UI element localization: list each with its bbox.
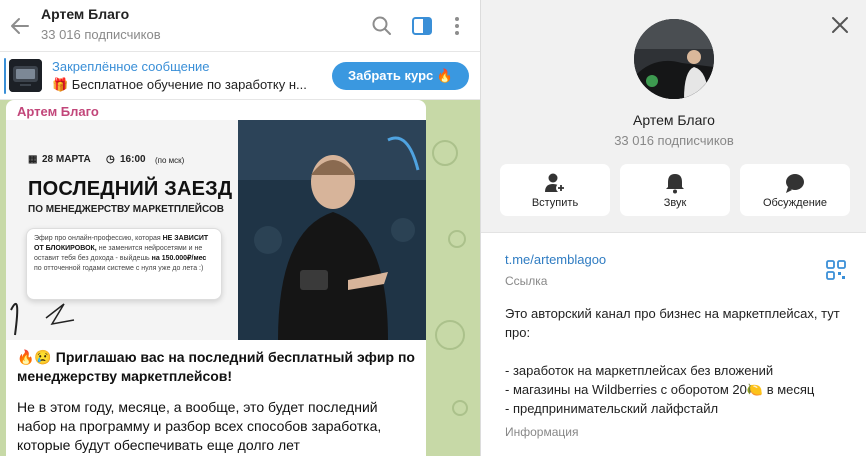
pinned-title: Закреплённое сообщение [52,59,210,74]
channel-info-panel: Артем Благо 33 016 подписчиков Вступить … [480,0,866,456]
post-body: Не в этом году, месяце, а вообще, это бу… [17,399,382,453]
banner-date: 28 МАРТА [42,154,91,165]
pinned-thumbnail [9,59,42,92]
avatar[interactable] [634,19,714,99]
banner-time: 16:00 [120,154,146,165]
sidebar-toggle-icon[interactable] [409,13,435,39]
pinned-indicator [4,58,6,94]
chat-bubble-icon [786,174,804,193]
description-line: - магазины на Wildberries с оборотом 20🍋… [505,382,815,397]
chat-header: Артем Благо 33 016 подписчиков [0,0,480,52]
channel-title[interactable]: Артем Благо [41,6,129,22]
banner-card: Эфир про онлайн-профессию, которая НЕ ЗА… [26,228,222,300]
back-arrow-icon[interactable] [6,12,34,40]
discussion-label: Обсуждение [762,197,828,209]
add-user-icon [545,173,566,193]
close-icon[interactable] [827,12,853,38]
banner-photo [238,120,426,340]
get-course-button[interactable]: Забрать курс 🔥 [332,62,469,90]
description-line: Это авторский канал про бизнес на маркет… [505,306,840,340]
banner-timezone: (по мск) [155,156,185,165]
calendar-icon: ▦ [28,154,38,165]
profile-subscribers: 33 016 подписчиков [614,133,734,148]
banner-title: ПОСЛЕДНИЙ ЗАЕЗД [28,178,233,200]
chat-pane: Артем Благо 33 016 подписчиков Закреплён [0,0,480,456]
more-vertical-icon[interactable] [444,13,470,39]
post-author[interactable]: Артем Благо [17,104,99,119]
pinned-message-bar[interactable]: Закреплённое сообщение 🎁 Бесплатное обуч… [0,52,480,100]
sound-label: Звук [663,197,687,209]
banner-card-highlight: на 150.000₽/мес [151,255,207,262]
clock-icon: ◷ [106,154,115,165]
profile-name: Артем Благо [633,112,715,128]
search-icon[interactable] [369,13,395,39]
channel-description: Это авторский канал про бизнес на маркет… [505,304,845,418]
join-button[interactable]: Вступить [500,164,610,216]
sound-button[interactable]: Звук [620,164,730,216]
link-label: Ссылка [505,274,548,288]
post-image[interactable]: ▦ 28 МАРТА ◷ 16:00 (по мск) ПОСЛЕДНИЙ ЗА… [6,120,426,340]
pinned-text: 🎁 Бесплатное обучение по заработку н... [52,77,307,92]
description-line: - заработок на маркетплейсах без вложени… [505,363,774,378]
bell-icon [666,174,684,194]
description-line: - предпринимательский лайфстайл [505,401,719,416]
banner-card-line: по отточенной годами системе с нуля уже … [34,265,204,272]
post-text: 🔥😢 Приглашаю вас на последний бесплатный… [17,348,417,455]
channel-post: Артем Благо ▦ 28 МАРТА ◷ 16:00 (по мск) … [6,100,426,456]
join-label: Вступить [531,197,579,209]
banner-subtitle: ПО МЕНЕДЖЕРСТВУ МАРКЕТПЛЕЙСОВ [28,204,224,215]
subscriber-count: 33 016 подписчиков [41,27,161,42]
banner-card-line: Эфир про онлайн-профессию, которая [34,235,161,242]
post-lead: 🔥😢 Приглашаю вас на последний бесплатный… [17,349,415,384]
channel-info: t.me/artemblagoo Ссылка Это авторский ка… [481,232,866,456]
channel-link[interactable]: t.me/artemblagoo [505,252,606,267]
info-label: Информация [505,425,579,439]
discussion-button[interactable]: Обсуждение [740,164,850,216]
qr-code-icon[interactable] [826,260,846,280]
